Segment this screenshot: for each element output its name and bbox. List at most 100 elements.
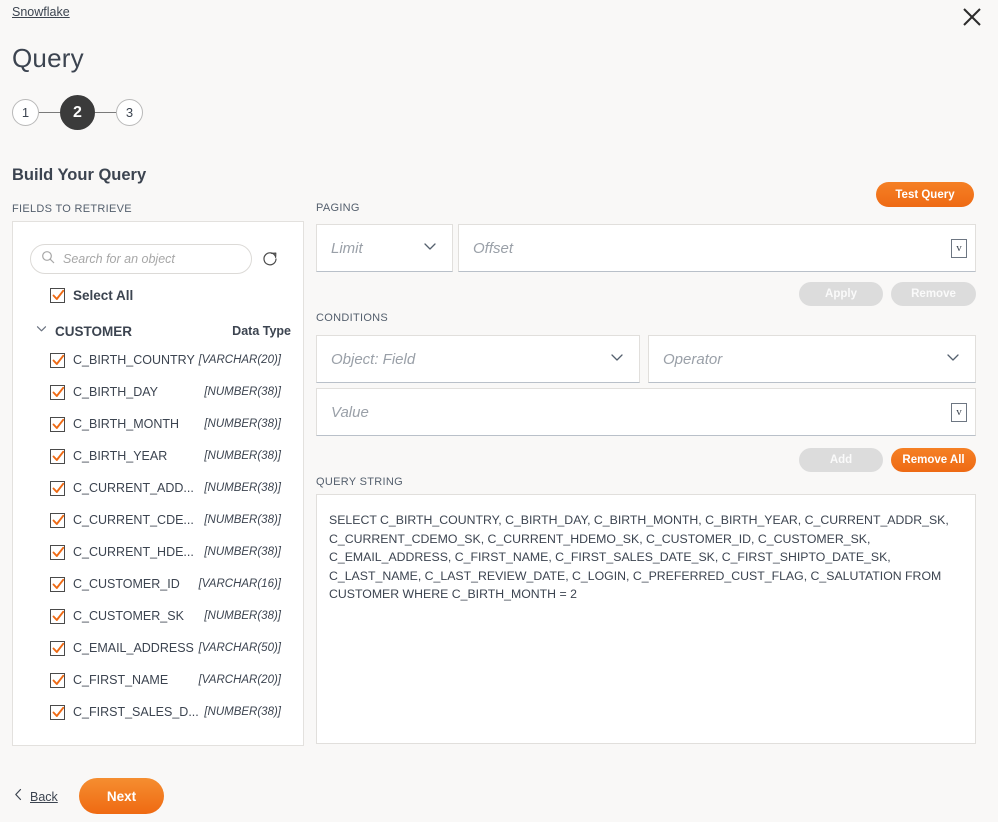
fields-to-retrieve-label: FIELDS TO RETRIEVE — [12, 203, 132, 215]
field-checkbox[interactable] — [50, 576, 65, 592]
value-text: Value — [331, 403, 369, 421]
paging-label: PAGING — [316, 202, 360, 214]
search-icon — [41, 250, 55, 269]
field-name: C_BIRTH_YEAR — [73, 449, 168, 463]
remove-all-conditions-button[interactable]: Remove All — [891, 448, 976, 472]
operator-select[interactable]: Operator — [648, 335, 976, 383]
apply-button[interactable]: Apply — [799, 282, 883, 306]
value-input[interactable]: Value v — [316, 388, 976, 436]
page-title: Query — [12, 43, 84, 73]
field-name: C_EMAIL_ADDRESS — [73, 641, 194, 655]
field-row[interactable]: C_CUSTOMER_SK [NUMBER(38)] — [50, 600, 281, 632]
field-row[interactable]: C_FIRST_NAME [VARCHAR(20)] — [50, 664, 281, 696]
field-name: C_CUSTOMER_ID — [73, 577, 180, 591]
object-group-customer[interactable]: CUSTOMER Data Type — [35, 322, 291, 340]
field-checkbox[interactable] — [50, 704, 65, 720]
add-condition-button[interactable]: Add — [799, 448, 883, 472]
field-data-type: [NUMBER(38)] — [204, 706, 281, 718]
chevron-down-icon — [609, 349, 625, 369]
step-connector-1 — [39, 112, 60, 113]
refresh-icon[interactable] — [261, 250, 279, 268]
back-button[interactable]: Back — [14, 788, 58, 806]
field-name: C_CURRENT_ADD... — [73, 481, 194, 495]
field-name: C_FIRST_NAME — [73, 673, 169, 687]
field-data-type: [VARCHAR(16)] — [198, 578, 281, 590]
search-box[interactable] — [30, 244, 252, 274]
field-name: C_FIRST_SALES_D... — [73, 705, 199, 719]
search-input[interactable] — [61, 251, 241, 267]
fields-to-retrieve-panel: Select All CUSTOMER Data Type C_BIRTH_CO… — [12, 221, 304, 746]
field-checkbox[interactable] — [50, 448, 65, 464]
insert-variable-icon[interactable]: v — [951, 402, 967, 422]
field-checkbox[interactable] — [50, 640, 65, 656]
chevron-down-icon[interactable] — [35, 322, 48, 340]
conditions-label: CONDITIONS — [316, 312, 389, 324]
field-checkbox[interactable] — [50, 384, 65, 400]
field-name: C_CURRENT_CDE... — [73, 513, 194, 527]
close-icon[interactable] — [957, 2, 987, 32]
field-name: C_BIRTH_DAY — [73, 385, 158, 399]
object-field-select[interactable]: Object: Field — [316, 335, 640, 383]
field-name: C_CUSTOMER_SK — [73, 609, 184, 623]
field-row[interactable]: C_BIRTH_MONTH [NUMBER(38)] — [50, 408, 281, 440]
chevron-down-icon — [945, 349, 961, 369]
field-checkbox[interactable] — [50, 416, 65, 432]
object-field-value: Object: Field — [331, 350, 416, 368]
field-data-type: [NUMBER(38)] — [204, 546, 281, 558]
field-name: C_BIRTH_MONTH — [73, 417, 180, 431]
back-label: Back — [30, 790, 58, 804]
step-3[interactable]: 3 — [116, 99, 143, 126]
query-string-box[interactable]: SELECT C_BIRTH_COUNTRY, C_BIRTH_DAY, C_B… — [316, 494, 976, 744]
build-your-query-heading: Build Your Query — [12, 166, 147, 184]
field-data-type: [NUMBER(38)] — [204, 418, 281, 430]
field-row[interactable]: C_EMAIL_ADDRESS [VARCHAR(50)] — [50, 632, 281, 664]
insert-variable-icon[interactable]: v — [951, 238, 967, 258]
chevron-down-icon — [422, 238, 438, 258]
step-indicator: 1 2 3 — [12, 95, 143, 130]
field-data-type: [VARCHAR(20)] — [198, 354, 281, 366]
field-row[interactable]: C_BIRTH_COUNTRY [VARCHAR(20)] — [50, 344, 281, 376]
field-name: C_BIRTH_COUNTRY — [73, 353, 195, 367]
limit-value: Limit — [331, 239, 363, 257]
next-button[interactable]: Next — [79, 778, 164, 814]
select-all-label: Select All — [73, 288, 134, 303]
limit-select[interactable]: Limit — [316, 224, 453, 272]
field-checkbox[interactable] — [50, 352, 65, 368]
test-query-button[interactable]: Test Query — [876, 182, 974, 207]
offset-value: Offset — [473, 239, 514, 257]
field-row[interactable]: C_BIRTH_YEAR [NUMBER(38)] — [50, 440, 281, 472]
field-data-type: [NUMBER(38)] — [204, 386, 281, 398]
field-checkbox[interactable] — [50, 480, 65, 496]
field-row[interactable]: C_BIRTH_DAY [NUMBER(38)] — [50, 376, 281, 408]
field-data-type: [NUMBER(38)] — [204, 610, 281, 622]
offset-input[interactable]: Offset v — [458, 224, 976, 272]
field-name: C_CURRENT_HDE... — [73, 545, 194, 559]
step-2[interactable]: 2 — [60, 95, 95, 130]
field-checkbox[interactable] — [50, 512, 65, 528]
field-data-type: [VARCHAR(50)] — [198, 642, 281, 654]
remove-button[interactable]: Remove — [891, 282, 976, 306]
breadcrumb-snowflake[interactable]: Snowflake — [12, 5, 70, 19]
chevron-left-icon — [14, 788, 23, 806]
field-row[interactable]: C_CUSTOMER_ID [VARCHAR(16)] — [50, 568, 281, 600]
query-string-text: SELECT C_BIRTH_COUNTRY, C_BIRTH_DAY, C_B… — [329, 513, 953, 601]
field-data-type: [NUMBER(38)] — [204, 450, 281, 462]
field-checkbox[interactable] — [50, 672, 65, 688]
field-row[interactable]: C_CURRENT_ADD... [NUMBER(38)] — [50, 472, 281, 504]
data-type-column-header: Data Type — [232, 324, 291, 338]
field-checkbox[interactable] — [50, 608, 65, 624]
search-row — [30, 244, 279, 274]
field-checkbox[interactable] — [50, 544, 65, 560]
field-row[interactable]: C_CURRENT_HDE... [NUMBER(38)] — [50, 536, 281, 568]
field-data-type: [NUMBER(38)] — [204, 514, 281, 526]
field-list: C_BIRTH_COUNTRY [VARCHAR(20)] C_BIRTH_DAY [… — [13, 344, 303, 745]
select-all-row[interactable]: Select All — [50, 288, 133, 303]
field-row[interactable]: C_CURRENT_CDE... [NUMBER(38)] — [50, 504, 281, 536]
query-string-label: QUERY STRING — [316, 476, 403, 488]
field-row[interactable]: C_FIRST_SALES_D... [NUMBER(38)] — [50, 696, 281, 728]
object-name: CUSTOMER — [55, 323, 133, 339]
operator-value: Operator — [663, 350, 723, 368]
step-1[interactable]: 1 — [12, 99, 39, 126]
step-connector-2 — [95, 112, 116, 113]
select-all-checkbox[interactable] — [50, 288, 65, 303]
